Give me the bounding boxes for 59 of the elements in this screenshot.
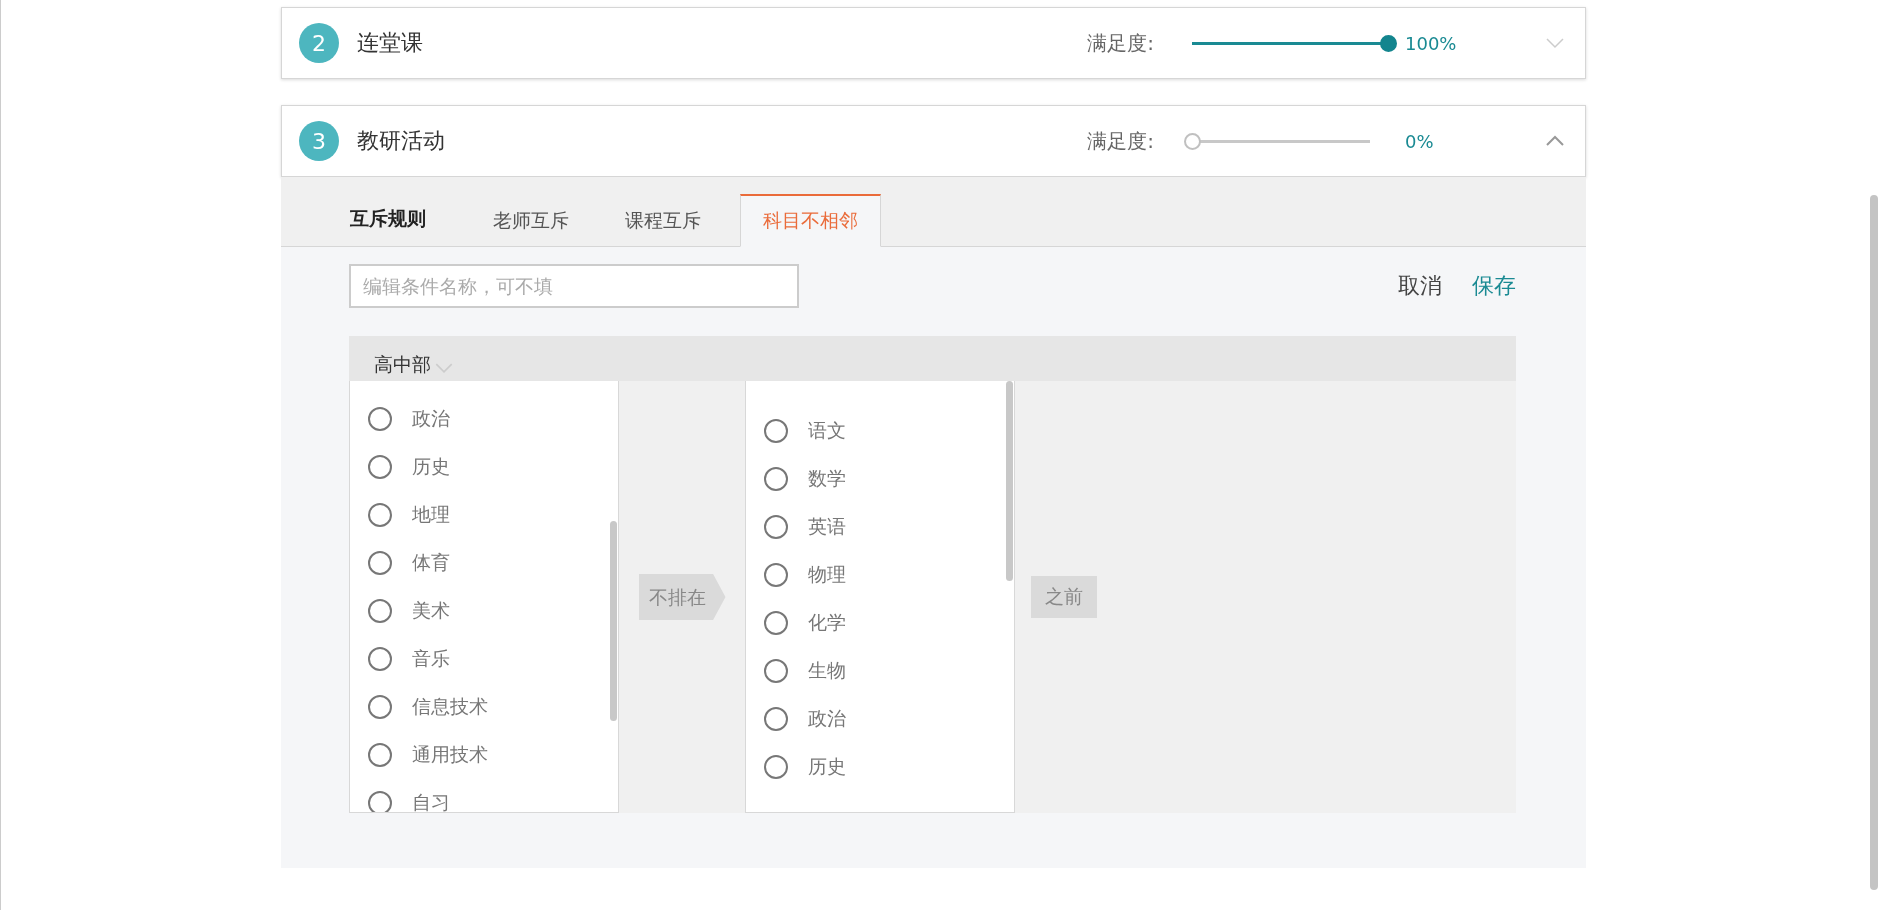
rules-heading: 互斥规则 xyxy=(350,206,426,231)
subject-label[interactable]: 通用技术 xyxy=(412,742,488,768)
satisfaction-value: 0% xyxy=(1405,130,1435,152)
satisfaction-label: 满足度: xyxy=(1087,29,1154,57)
tab[interactable]: 老师互斥 xyxy=(476,194,586,247)
radio-button[interactable] xyxy=(368,551,392,575)
radio-button[interactable] xyxy=(368,791,392,812)
tab[interactable]: 课程互斥 xyxy=(608,194,718,247)
subject-label[interactable]: 数学 xyxy=(808,466,846,492)
radio-button[interactable] xyxy=(368,695,392,719)
subject-label[interactable]: 地理 xyxy=(412,502,450,528)
satisfaction-label: 满足度: xyxy=(1087,127,1154,155)
chevron-icon[interactable] xyxy=(1545,135,1565,147)
radio-button[interactable] xyxy=(764,611,788,635)
subject-label[interactable]: 美术 xyxy=(412,598,450,624)
subject-label[interactable]: 历史 xyxy=(412,454,450,480)
section-title: 教研活动 xyxy=(357,127,446,155)
subject-label[interactable]: 政治 xyxy=(412,406,450,432)
radio-button[interactable] xyxy=(764,419,788,443)
group-dropdown[interactable]: 高中部 xyxy=(374,352,431,378)
scrollbar[interactable] xyxy=(1006,381,1013,581)
radio-button[interactable] xyxy=(368,599,392,623)
subject-label[interactable]: 音乐 xyxy=(412,646,450,672)
suffix-label: 之前 xyxy=(1031,576,1097,618)
radio-button[interactable] xyxy=(368,743,392,767)
condition-name-field[interactable]: 编辑条件名称，可不填 xyxy=(349,264,799,308)
save-link[interactable]: 保存 xyxy=(1472,271,1516,301)
scrollbar[interactable] xyxy=(610,521,617,721)
subject-label[interactable]: 化学 xyxy=(808,610,846,636)
step-number: 2 xyxy=(299,23,339,63)
section-header[interactable]: 3 教研活动 满足度: 0% xyxy=(281,105,1586,177)
step-number: 3 xyxy=(299,121,339,161)
radio-button[interactable] xyxy=(764,755,788,779)
subject-label[interactable]: 英语 xyxy=(808,514,846,540)
subject-label[interactable]: 生物 xyxy=(808,658,846,684)
page-scrollbar[interactable] xyxy=(1870,195,1878,890)
section-title: 连堂课 xyxy=(357,29,424,57)
subject-label[interactable]: 信息技术 xyxy=(412,694,488,720)
cancel-link[interactable]: 取消 xyxy=(1398,271,1442,301)
radio-button[interactable] xyxy=(368,455,392,479)
radio-button[interactable] xyxy=(368,503,392,527)
radio-button[interactable] xyxy=(764,467,788,491)
slider-thumb[interactable] xyxy=(1184,132,1201,150)
subject-label[interactable]: 物理 xyxy=(808,562,846,588)
subject-label[interactable]: 历史 xyxy=(808,754,846,780)
radio-button[interactable] xyxy=(764,707,788,731)
tab[interactable]: 科目不相邻 xyxy=(740,194,881,247)
radio-button[interactable] xyxy=(764,563,788,587)
slider-thumb[interactable] xyxy=(1380,34,1397,52)
subject-label[interactable]: 语文 xyxy=(808,418,846,444)
radio-button[interactable] xyxy=(368,407,392,431)
radio-button[interactable] xyxy=(368,647,392,671)
subject-label[interactable]: 政治 xyxy=(808,706,846,732)
radio-button[interactable] xyxy=(764,515,788,539)
subject-label[interactable]: 自习 xyxy=(412,790,450,812)
radio-button[interactable] xyxy=(764,659,788,683)
satisfaction-value: 100% xyxy=(1405,32,1458,54)
subject-label[interactable]: 体育 xyxy=(412,550,450,576)
section-header[interactable]: 2 连堂课 满足度: 100% xyxy=(281,7,1586,79)
